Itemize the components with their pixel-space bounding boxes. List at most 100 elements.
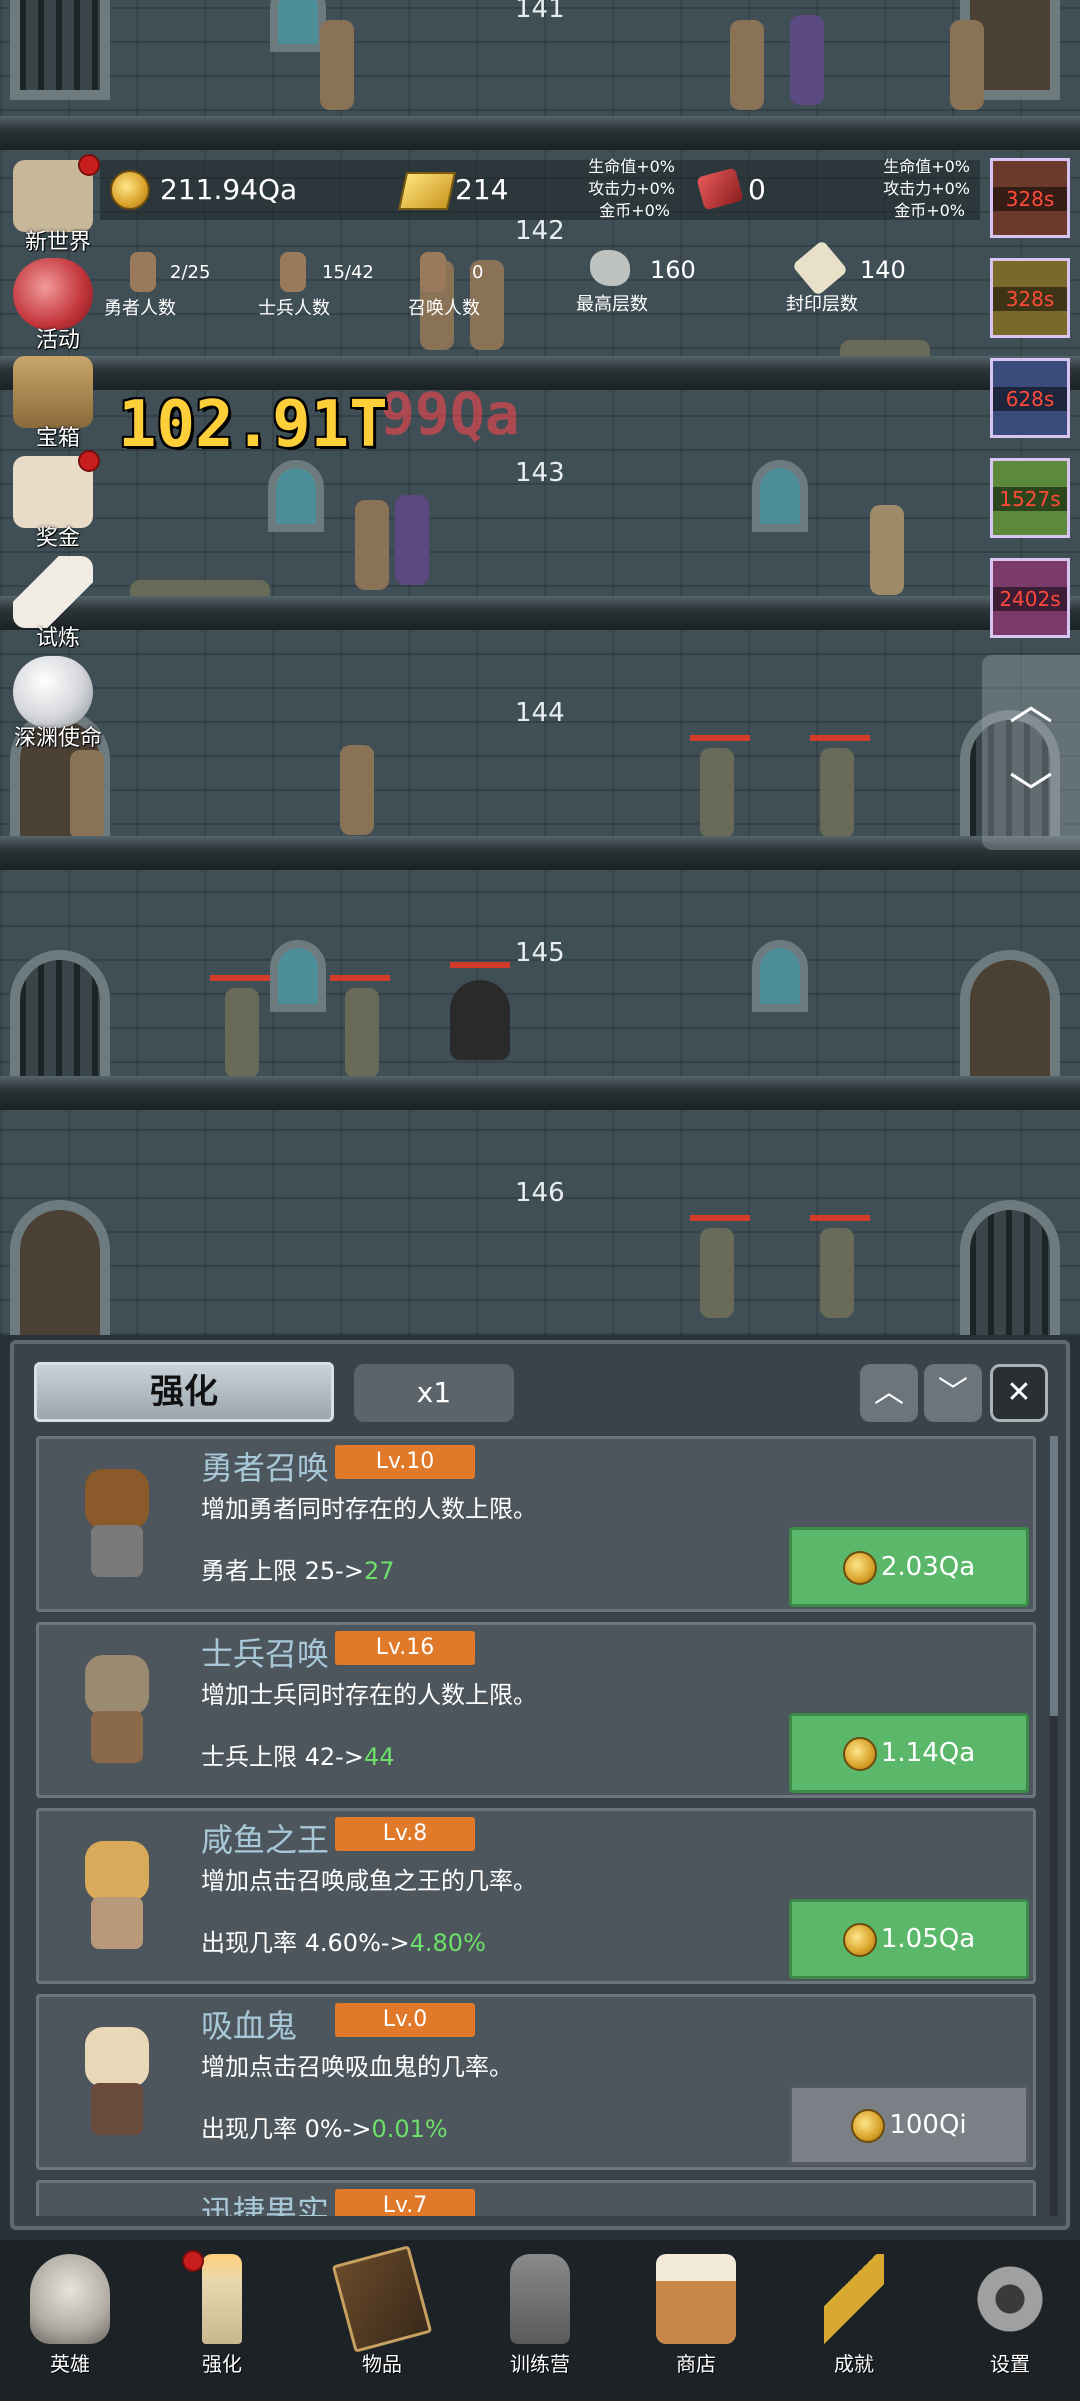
soldier-character [950, 20, 984, 110]
zombie-enemy[interactable] [225, 988, 259, 1078]
buy-button[interactable]: 1.14Qa [789, 1713, 1029, 1793]
hero-character [730, 20, 764, 110]
side-abyss-mission[interactable]: 深渊使命 [8, 656, 102, 751]
zombie-enemy[interactable] [820, 1228, 854, 1318]
soldier-portrait-icon [67, 1655, 167, 1765]
feather-icon [13, 556, 93, 628]
upgrade-description: 增加点击召唤咸鱼之王的几率。 [201, 1867, 537, 1895]
buy-button-disabled[interactable]: 100Qi [789, 2085, 1029, 2165]
nav-label: 强化 [202, 2352, 242, 2376]
buff-left-coin: 金币+0% [599, 201, 670, 220]
nav-settings[interactable]: 设置 [940, 2248, 1080, 2388]
timer-text: 1527s [993, 487, 1067, 511]
soldier-count-label: 士兵人数 [258, 298, 330, 319]
buff-right-coin: 金币+0% [894, 201, 965, 220]
salted-fish-king-portrait-icon [67, 1841, 167, 1951]
floor-number: 145 [515, 938, 565, 968]
side-events[interactable]: 活动 [8, 258, 98, 353]
buff-timer-5[interactable]: 2402s [990, 558, 1070, 638]
vampire-portrait-icon [67, 2027, 167, 2137]
ghost-enemy[interactable] [450, 980, 510, 1060]
list-scrollbar[interactable] [1050, 1436, 1058, 2216]
floor-145: 145 [0, 870, 1080, 1110]
upgrade-name: 吸血鬼 [201, 2007, 298, 2045]
effect-new-value: 27 [363, 1557, 395, 1585]
tab-upgrade[interactable]: 强化 [34, 1362, 334, 1422]
key-icon [824, 2254, 884, 2344]
door-barred [960, 1200, 1060, 1335]
gold-bar-icon [397, 172, 457, 210]
upgrade-effect: 出现几率 0%->0.01% [201, 2115, 448, 2143]
nav-achievements[interactable]: 成就 [784, 2248, 924, 2388]
summon-count-icon [420, 252, 446, 292]
buff-timer-3[interactable]: 628s [990, 358, 1070, 438]
gold-coin-icon [842, 1550, 877, 1585]
buy-button[interactable]: 2.03Qa [789, 1527, 1029, 1607]
scrollbar-thumb[interactable] [1050, 1436, 1058, 1716]
door-barred [10, 0, 110, 100]
side-label: 奖金 [35, 526, 80, 551]
upgrade-level: Lv.0 [335, 2003, 475, 2037]
floor-number: 146 [515, 1178, 565, 1208]
side-trial[interactable]: 试炼 [8, 556, 98, 651]
panel-close-button[interactable]: ✕ [990, 1364, 1048, 1422]
gold-coin-icon [842, 1736, 877, 1771]
upgrade-list[interactable]: 勇者召唤 Lv.10 增加勇者同时存在的人数上限。 勇者上限 25->27 2.… [26, 1436, 1046, 2216]
nav-items[interactable]: 物品 [312, 2245, 452, 2388]
nav-heroes[interactable]: 英雄 [0, 2248, 140, 2388]
floor-ledge [0, 596, 1080, 630]
window [270, 0, 326, 52]
notification-dot [182, 2250, 204, 2272]
gem-amount: 0 [748, 173, 766, 206]
scroll-down-button[interactable]: ﹀ [982, 755, 1080, 835]
nav-label: 设置 [990, 2352, 1030, 2376]
gold-coin-icon [851, 2108, 886, 2143]
soldier-character [340, 745, 374, 835]
buff-timer-1[interactable]: 328s [990, 158, 1070, 238]
zombie-enemy[interactable] [700, 748, 734, 838]
panel-up-button[interactable]: ︿ [860, 1364, 918, 1422]
buy-button[interactable]: 1.05Qa [789, 1899, 1029, 1979]
buff-timer-4[interactable]: 1527s [990, 458, 1070, 538]
zombie-enemy[interactable] [345, 988, 379, 1078]
side-new-world[interactable]: 新世界 [8, 154, 100, 255]
scroll-up-button[interactable]: ︿ [982, 665, 1080, 745]
nav-label: 英雄 [50, 2352, 90, 2376]
gold-coin-icon [842, 1922, 877, 1957]
floor-ledge [0, 356, 1080, 390]
zombie-enemy[interactable] [820, 748, 854, 838]
lantern-icon [510, 2254, 570, 2344]
notification-dot [78, 154, 100, 176]
hero-character [70, 750, 104, 840]
max-floor-value: 160 [650, 256, 696, 284]
nav-training-camp[interactable]: 训练营 [470, 2248, 610, 2388]
nav-label: 物品 [362, 2352, 402, 2376]
upgrade-effect: 勇者上限 25->27 [201, 1557, 395, 1585]
enemy-health-bar [690, 735, 750, 741]
dungeon-scene[interactable]: 141 142 143 144 145 146 211.94Qa 214 生命值… [0, 0, 1080, 1335]
panel-down-button[interactable]: ﹀ [924, 1364, 982, 1422]
nav-label: 成就 [834, 2352, 874, 2376]
side-bonus[interactable]: 奖金 [8, 450, 100, 551]
effect-new-value: 0.01% [371, 2115, 448, 2143]
buff-left-atk: 攻击力+0% [588, 179, 675, 198]
nav-upgrade[interactable]: 强化 [152, 2248, 292, 2388]
floor-ledge [0, 116, 1080, 150]
max-floor-icon [590, 250, 630, 286]
enemy-health-bar [210, 975, 270, 981]
effect-new-value: 4.80% [409, 1929, 486, 1957]
buff-timer-2[interactable]: 328s [990, 258, 1070, 338]
side-chest[interactable]: 宝箱 [8, 356, 98, 451]
timer-text: 328s [993, 187, 1067, 211]
hero-count-label: 勇者人数 [104, 298, 176, 319]
side-label: 深渊使命 [13, 726, 102, 751]
gear-icon [970, 2254, 1050, 2344]
floor-scroll-controls: ︿ ﹀ [982, 655, 1080, 850]
summon-count-label: 召唤人数 [408, 298, 480, 319]
nav-label: 训练营 [510, 2352, 570, 2376]
zombie-enemy[interactable] [700, 1228, 734, 1318]
multiplier-button[interactable]: x1 [354, 1364, 514, 1422]
nav-shop[interactable]: 商店 [626, 2248, 766, 2388]
buff-left-hp: 生命值+0% [588, 157, 675, 176]
upgrade-card-vampire: 吸血鬼 Lv.0 增加点击召唤吸血鬼的几率。 出现几率 0%->0.01% 10… [36, 1994, 1036, 2170]
